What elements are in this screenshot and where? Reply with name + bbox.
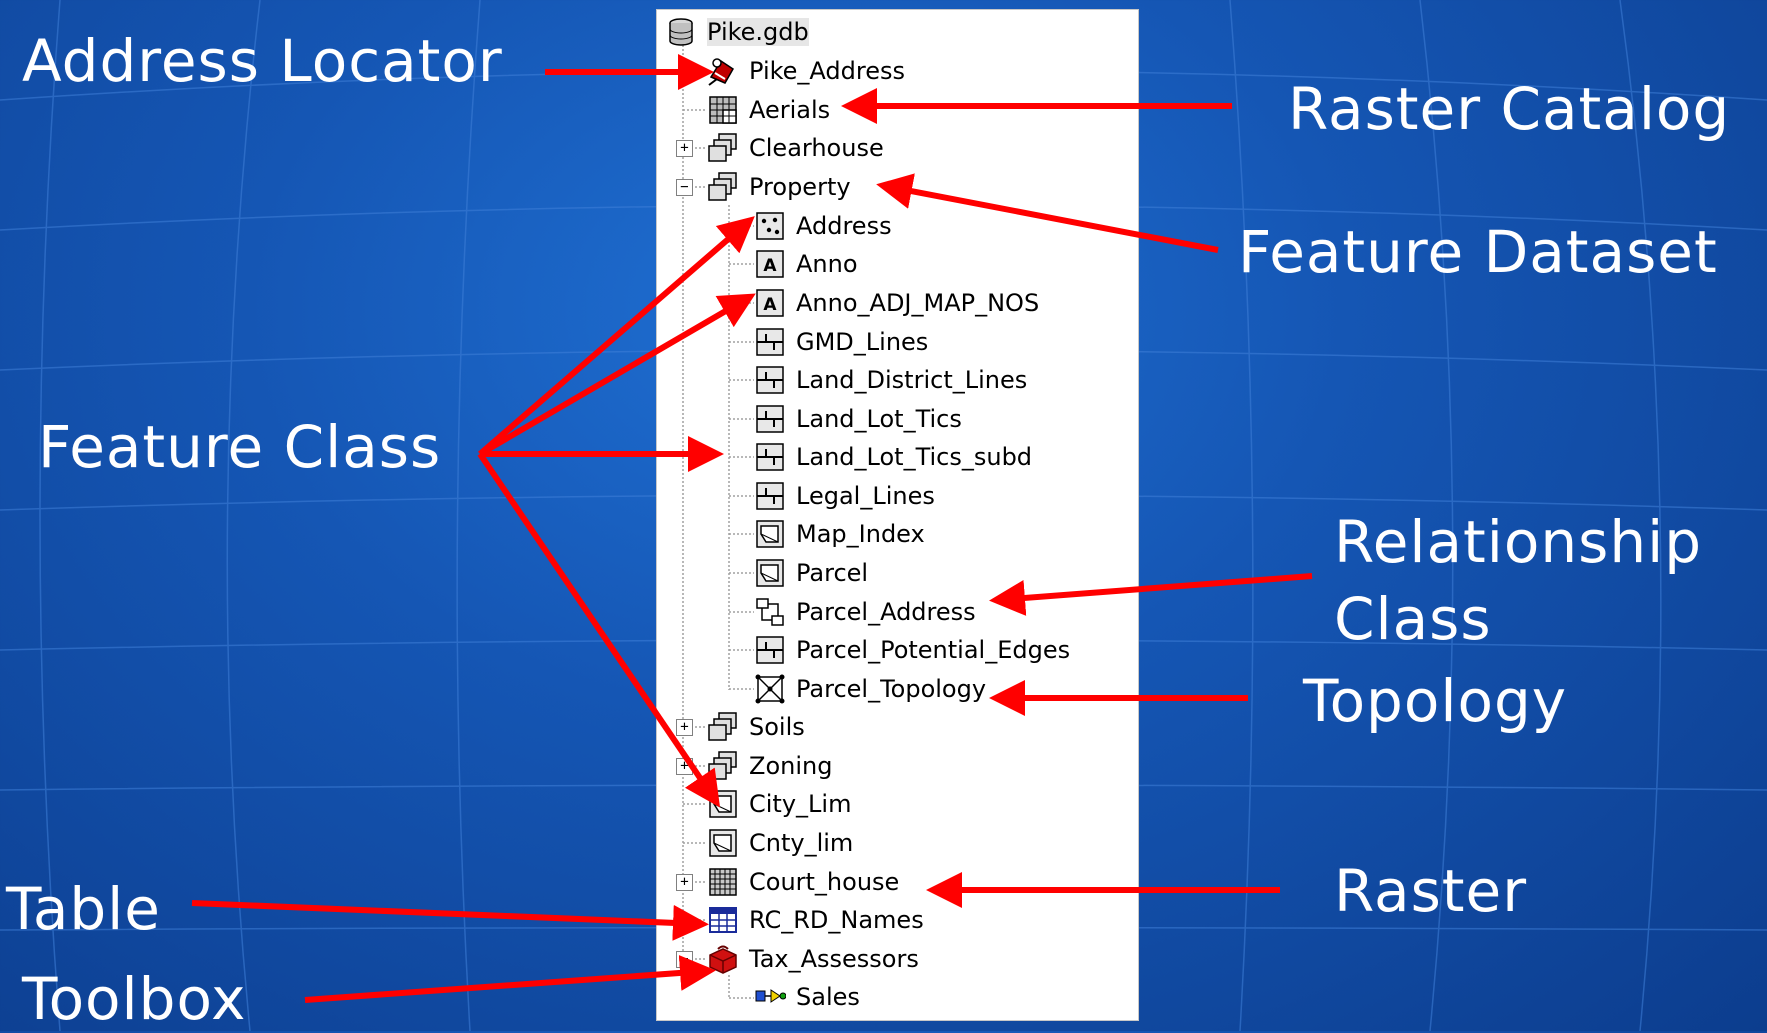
feature-dataset-icon [707,711,739,743]
tree-node-label: GMD_Lines [796,328,929,356]
polygon-feature-class-icon [707,788,739,820]
callout-feature-dataset: Feature Dataset [1238,218,1718,286]
tree-node-pike-gdb[interactable]: Pike.gdb [665,14,809,50]
tree-node-label: Soils [749,713,805,741]
tree-node-label: Anno_ADJ_MAP_NOS [796,289,1040,317]
tree-node-anno[interactable]: A Anno [754,246,858,282]
tree-node-property[interactable]: Property [707,169,851,205]
tree-node-label: Legal_Lines [796,482,935,510]
tree-node-land-lot-tics-subd[interactable]: Land_Lot_Tics_subd [754,439,1032,475]
polygon-feature-class-icon [754,557,786,589]
tree-node-label: Tax_Assessors [749,945,919,973]
callout-table: Table [6,875,161,943]
tree-node-zoning[interactable]: Zoning [707,748,832,784]
tree-node-soils[interactable]: Soils [707,709,805,745]
tree-node-label: Land_Lot_Tics_subd [796,443,1033,471]
callout-topology: Topology [1303,667,1568,735]
tree-node-label: Map_Index [796,520,925,548]
tree-node-label: Parcel_Potential_Edges [796,636,1071,664]
line-feature-class-icon [754,441,786,473]
tree-node-label: Land_Lot_Tics [796,405,962,433]
expand-clearhouse-button[interactable]: + [676,140,693,157]
tree-node-label: City_Lim [749,790,852,818]
collapse-property-button[interactable]: − [676,179,693,196]
tree-node-label: Property [749,173,851,201]
polygon-feature-class-icon [707,827,739,859]
tree-node-label: Address [796,212,892,240]
tree-node-label: Pike.gdb [707,18,809,46]
line-feature-class-icon [754,403,786,435]
tree-node-label: Aerials [749,96,831,124]
tree-node-label: Land_District_Lines [796,366,1028,394]
annotation-class-icon: A [754,248,786,280]
line-feature-class-icon [754,634,786,666]
expand-soils-button[interactable]: + [676,719,693,736]
tree-node-aerials[interactable]: Aerials [707,92,830,128]
polygon-feature-class-icon [754,518,786,550]
callout-raster-catalog: Raster Catalog [1288,75,1731,143]
callout-relationship-class-line1: Relationship [1334,508,1703,576]
expand-court-house-button[interactable]: + [676,874,693,891]
tree-node-tax-assessors[interactable]: Tax_Assessors [707,941,919,977]
geodatabase-icon [665,16,697,48]
tree-node-label: Parcel_Address [796,598,976,626]
tree-node-parcel-potential-edges[interactable]: Parcel_Potential_Edges [754,632,1070,668]
tree-node-gmd-lines[interactable]: GMD_Lines [754,324,928,360]
catalog-tree-panel: + − + + + − Pike.gdb Pike_Address Aerial… [657,10,1138,1020]
table-icon [707,904,739,936]
svg-text:A: A [763,295,777,315]
collapse-tax-assessors-button[interactable]: − [676,951,693,968]
annotation-class-icon: A [754,287,786,319]
tree-node-label: Zoning [749,752,833,780]
tree-node-label: Pike_Address [749,57,905,85]
tree-node-legal-lines[interactable]: Legal_Lines [754,478,935,514]
line-feature-class-icon [754,480,786,512]
expand-zoning-button[interactable]: + [676,758,693,775]
tree-node-cnty-lim[interactable]: Cnty_lim [707,825,853,861]
topology-icon [754,673,786,705]
tree-node-label: Anno [796,250,858,278]
feature-dataset-icon [707,750,739,782]
tree-node-city-lim[interactable]: City_Lim [707,786,851,822]
tree-node-parcel-address[interactable]: Parcel_Address [754,594,976,630]
tree-node-clearhouse[interactable]: Clearhouse [707,130,884,166]
feature-dataset-icon [707,171,739,203]
relationship-class-icon [754,596,786,628]
model-tool-icon [754,981,786,1013]
feature-dataset-icon [707,132,739,164]
callout-toolbox: Toolbox [22,965,247,1033]
tree-node-court-house[interactable]: Court_house [707,864,899,900]
tree-node-label: Sales [796,983,860,1011]
tree-node-label: RC_RD_Names [749,906,924,934]
line-feature-class-icon [754,364,786,396]
tree-node-land-lot-tics[interactable]: Land_Lot_Tics [754,401,962,437]
tree-node-label: Parcel [796,559,869,587]
tree-node-map-index[interactable]: Map_Index [754,516,925,552]
callout-address-locator: Address Locator [22,27,503,95]
callout-relationship-class-line2: Class [1334,585,1492,653]
svg-text:A: A [763,256,777,276]
tree-node-land-district-lines[interactable]: Land_District_Lines [754,362,1027,398]
callout-raster: Raster [1334,857,1528,925]
tree-node-address[interactable]: Address [754,208,892,244]
tree-node-parcel-topology[interactable]: Parcel_Topology [754,671,986,707]
tree-node-label: Court_house [749,868,900,896]
tree-node-pike-address[interactable]: Pike_Address [707,53,905,89]
point-feature-class-icon [754,210,786,242]
tree-node-sales[interactable]: Sales [754,979,860,1015]
tree-node-anno-adj-map-nos[interactable]: A Anno_ADJ_MAP_NOS [754,285,1039,321]
toolbox-icon [707,943,739,975]
tree-node-parcel[interactable]: Parcel [754,555,868,591]
tree-node-label: Cnty_lim [749,829,854,857]
raster-icon [707,866,739,898]
tree-node-rc-rd-names[interactable]: RC_RD_Names [707,902,924,938]
address-locator-icon [707,55,739,87]
raster-catalog-icon [707,94,739,126]
callout-feature-class: Feature Class [38,413,442,481]
tree-node-label: Clearhouse [749,134,884,162]
tree-node-label: Parcel_Topology [796,675,987,703]
line-feature-class-icon [754,326,786,358]
